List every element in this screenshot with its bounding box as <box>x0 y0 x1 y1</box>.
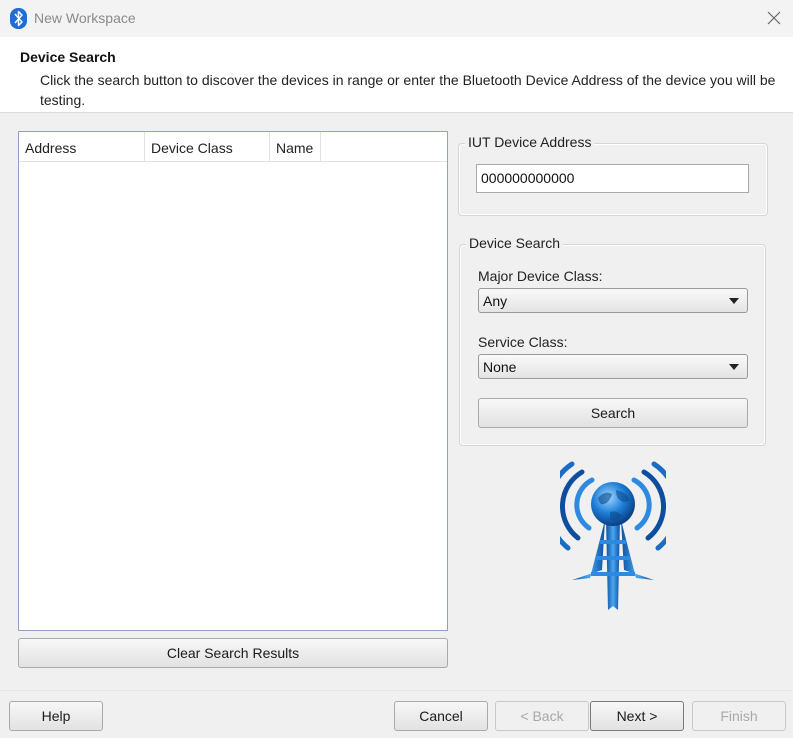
major-device-class-select[interactable]: Any <box>478 288 748 313</box>
footer-divider <box>0 690 793 691</box>
service-class-select[interactable]: None <box>478 354 748 379</box>
close-icon[interactable] <box>762 6 786 30</box>
clear-search-results-button[interactable]: Clear Search Results <box>18 638 448 668</box>
column-header-device-class[interactable]: Device Class <box>145 132 270 162</box>
column-header-row: Address Device Class Name <box>19 132 447 162</box>
page-title: Device Search <box>20 49 116 65</box>
help-button[interactable]: Help <box>9 701 103 731</box>
chevron-down-icon <box>729 364 739 370</box>
major-device-class-value: Any <box>483 293 508 309</box>
cancel-button[interactable]: Cancel <box>394 701 488 731</box>
search-results-list[interactable]: Address Device Class Name <box>18 131 448 631</box>
service-class-label: Service Class: <box>478 334 568 350</box>
bluetooth-icon <box>10 8 27 29</box>
back-button[interactable]: < Back <box>495 701 589 731</box>
device-search-group-label: Device Search <box>466 235 564 251</box>
finish-button[interactable]: Finish <box>692 701 786 731</box>
search-button[interactable]: Search <box>478 398 748 428</box>
wizard-header: Device Search Click the search button to… <box>0 37 793 113</box>
next-button[interactable]: Next > <box>590 701 684 731</box>
column-header-address[interactable]: Address <box>19 132 145 162</box>
major-device-class-label: Major Device Class: <box>478 268 603 284</box>
chevron-down-icon <box>729 298 739 304</box>
iut-address-group-label: IUT Device Address <box>465 134 595 150</box>
bluetooth-tower-globe-icon <box>560 461 666 610</box>
iut-address-input[interactable]: 000000000000 <box>476 164 749 193</box>
window-title: New Workspace <box>34 10 136 26</box>
column-header-name[interactable]: Name <box>270 132 321 162</box>
service-class-value: None <box>483 359 517 375</box>
title-bar: New Workspace <box>0 0 793 37</box>
page-description: Click the search button to discover the … <box>40 72 776 108</box>
